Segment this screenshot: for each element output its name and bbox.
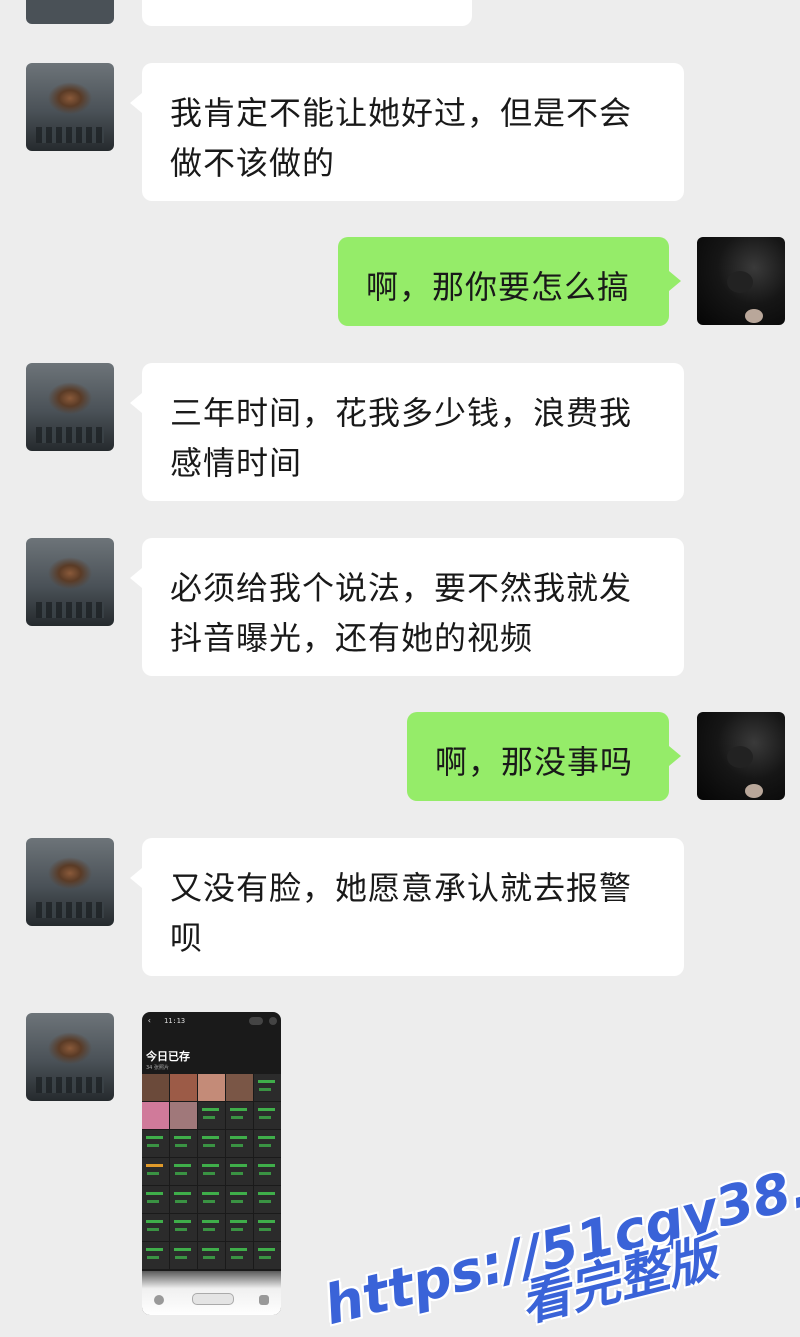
message-text: 又没有脸，她愿意承认就去报警呗: [170, 869, 633, 957]
avatar[interactable]: [697, 712, 785, 800]
avatar[interactable]: [26, 838, 114, 926]
thumbnail: [170, 1158, 197, 1185]
avatar[interactable]: [697, 237, 785, 325]
thumbnail: [198, 1158, 225, 1185]
thumbnail: [226, 1130, 253, 1157]
thumbnail: [198, 1130, 225, 1157]
avatar[interactable]: [26, 0, 114, 24]
gallery-subtitle: 34 张照片: [146, 1065, 169, 1071]
thumbnail: [254, 1242, 281, 1269]
thumbnail: [254, 1074, 281, 1101]
thumbnail: [226, 1074, 253, 1101]
message-text: 啊，那没事吗: [435, 743, 634, 781]
thumbnail: [226, 1214, 253, 1241]
more-icon: [269, 1017, 277, 1025]
image-message[interactable]: ‹ 11:13 今日已存 34 张照片: [142, 1012, 281, 1315]
thumbnail: [254, 1102, 281, 1129]
avatar[interactable]: [26, 63, 114, 151]
outgoing-message[interactable]: 啊，那没事吗: [407, 712, 681, 801]
thumbnail: [198, 1102, 225, 1129]
thumbnail: [198, 1186, 225, 1213]
thumbnail: [198, 1074, 225, 1101]
avatar[interactable]: [26, 363, 114, 451]
gallery-title: 今日已存: [146, 1050, 190, 1063]
outgoing-message[interactable]: 啊，那你要怎么搞: [338, 237, 681, 326]
thumbnail: [226, 1102, 253, 1129]
back-arrow-icon: ‹: [147, 1016, 152, 1025]
thumbnail: [142, 1242, 169, 1269]
search-icon: [154, 1295, 164, 1305]
thumbnail: [198, 1214, 225, 1241]
thumbnail: [226, 1186, 253, 1213]
thumbnail: [170, 1130, 197, 1157]
thumbnail: [142, 1102, 169, 1129]
status-time: 11:13: [164, 1017, 186, 1025]
avatar[interactable]: [26, 538, 114, 626]
thumbnail: [142, 1158, 169, 1185]
thumbnail: [254, 1158, 281, 1185]
thumbnail: [142, 1130, 169, 1157]
avatar[interactable]: [26, 1013, 114, 1101]
thumbnail: [254, 1186, 281, 1213]
album-icon: [259, 1295, 269, 1305]
thumbnail: [254, 1130, 281, 1157]
thumbnail: [170, 1074, 197, 1101]
message-text: 我肯定不能让她好过，但是不会做不该做的: [170, 94, 633, 182]
select-button: [249, 1017, 263, 1025]
message-text: 三年时间，花我多少钱，浪费我感情时间: [170, 394, 633, 482]
incoming-message[interactable]: 我肯定不能让她好过，但是不会做不该做的: [130, 63, 684, 201]
thumbnail: [254, 1214, 281, 1241]
thumbnail: [226, 1242, 253, 1269]
incoming-message[interactable]: 必须给我个说法，要不然我就发抖音曝光，还有她的视频: [130, 538, 684, 676]
message-bubble-partial: [142, 0, 472, 26]
message-text: 啊，那你要怎么搞: [366, 268, 631, 306]
status-bar: ‹ 11:13: [142, 1012, 281, 1028]
thumbnail: [142, 1074, 169, 1101]
photo-grid: [142, 1074, 281, 1274]
thumbnail: [170, 1186, 197, 1213]
thumbnail: [142, 1214, 169, 1241]
incoming-message[interactable]: 三年时间，花我多少钱，浪费我感情时间: [130, 363, 684, 501]
tab-switcher: [192, 1293, 234, 1305]
thumbnail: [170, 1102, 197, 1129]
thumbnail: [198, 1242, 225, 1269]
thumbnail: [226, 1158, 253, 1185]
thumbnail: [170, 1214, 197, 1241]
incoming-message[interactable]: 又没有脸，她愿意承认就去报警呗: [130, 838, 684, 976]
thumbnail: [170, 1242, 197, 1269]
message-text: 必须给我个说法，要不然我就发抖音曝光，还有她的视频: [170, 569, 633, 657]
thumbnail: [142, 1186, 169, 1213]
gallery-toolbar: [142, 1271, 281, 1315]
